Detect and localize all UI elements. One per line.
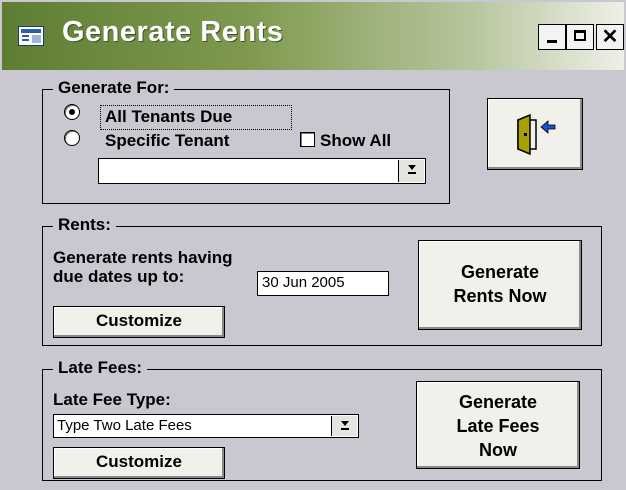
late-fees-customize-button[interactable]: Customize bbox=[53, 447, 225, 479]
all-tenants-due-label[interactable]: All Tenants Due bbox=[105, 107, 232, 127]
minimize-button[interactable] bbox=[538, 24, 566, 50]
exit-door-icon bbox=[517, 113, 556, 156]
tenant-combo[interactable] bbox=[98, 158, 426, 184]
maximize-button[interactable] bbox=[566, 24, 594, 50]
rents-description-line2: due dates up to: bbox=[53, 267, 185, 286]
generate-for-legend: Generate For: bbox=[53, 78, 175, 98]
exit-button[interactable] bbox=[487, 98, 583, 170]
rents-description-line1: Generate rents having bbox=[53, 248, 233, 267]
generate-rents-line2: Rents Now bbox=[453, 286, 547, 306]
close-button[interactable]: ✕ bbox=[596, 24, 624, 50]
generate-late-fees-line1: Generate bbox=[458, 392, 538, 412]
form-icon bbox=[18, 26, 44, 46]
window-title: Generate Rents bbox=[62, 16, 284, 48]
close-icon: ✕ bbox=[601, 26, 619, 48]
show-all-label[interactable]: Show All bbox=[320, 131, 391, 151]
late-fee-type-dropdown-button[interactable] bbox=[331, 416, 357, 436]
generate-late-fees-now-button[interactable]: Generate Late Fees Now bbox=[416, 381, 580, 469]
generate-rents-window: Generate Rents ✕ Generate For: All Tenan… bbox=[0, 0, 626, 490]
radio-all-tenants-due[interactable] bbox=[64, 104, 80, 120]
late-fee-type-label: Late Fee Type: bbox=[53, 390, 171, 409]
late-fee-type-value: Type Two Late Fees bbox=[57, 417, 192, 434]
rents-customize-button[interactable]: Customize bbox=[53, 306, 225, 338]
specific-tenant-label[interactable]: Specific Tenant bbox=[105, 131, 229, 151]
title-bar[interactable]: Generate Rents ✕ bbox=[2, 2, 624, 70]
late-fee-type-combo[interactable]: Type Two Late Fees bbox=[53, 414, 359, 438]
rents-legend: Rents: bbox=[53, 215, 116, 235]
late-fees-legend: Late Fees: bbox=[53, 358, 148, 378]
dropdown-arrow-icon bbox=[341, 421, 349, 426]
dropdown-arrow-icon bbox=[408, 165, 416, 170]
generate-late-fees-line2: Late Fees bbox=[456, 416, 540, 436]
show-all-checkbox[interactable] bbox=[300, 132, 315, 147]
generate-late-fees-line3: Now bbox=[479, 440, 517, 460]
generate-rents-now-button[interactable]: Generate Rents Now bbox=[418, 240, 582, 330]
due-date-field[interactable]: 30 Jun 2005 bbox=[257, 271, 389, 296]
minimize-icon bbox=[547, 40, 557, 43]
tenant-combo-dropdown-button[interactable] bbox=[398, 160, 424, 182]
generate-rents-line1: Generate bbox=[460, 262, 540, 282]
radio-selected-dot bbox=[69, 109, 75, 115]
radio-specific-tenant[interactable] bbox=[64, 130, 80, 146]
maximize-icon bbox=[574, 30, 586, 41]
